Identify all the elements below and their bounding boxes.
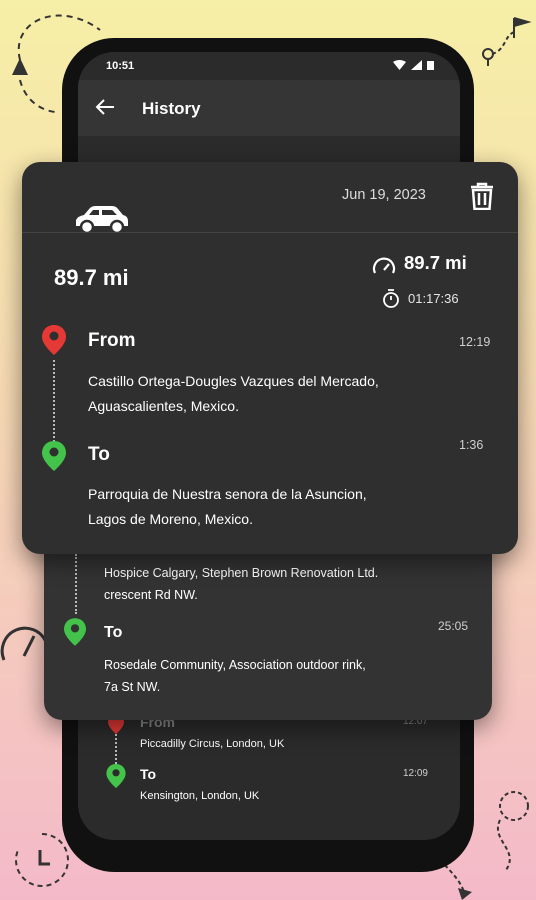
stopwatch-icon <box>383 289 399 308</box>
from-address-line-1: Castillo Ortega-Dougles Vazques del Merc… <box>88 373 379 389</box>
to-address-line-1: Parroquia de Nuestra senora de la Asunci… <box>88 486 367 502</box>
from-address-line-2: Aguascalientes, Mexico. <box>88 398 239 414</box>
to-label: To <box>104 624 123 641</box>
clock-decoration <box>15 833 69 887</box>
status-bar: 10:51 <box>78 52 460 80</box>
route-line <box>53 360 55 442</box>
to-address-line-2: 7a St NW. <box>104 680 161 694</box>
pin-green-icon <box>64 618 86 646</box>
to-label: To <box>140 766 157 782</box>
page-title: History <box>142 99 201 118</box>
to-time: 25:05 <box>437 619 468 633</box>
battery-icon <box>427 61 434 70</box>
from-address-line-2: crescent Rd NW. <box>104 588 198 602</box>
speedometer-icon <box>372 257 396 274</box>
from-time: 12:19 <box>459 335 491 349</box>
card-divider <box>22 232 518 233</box>
trip-date: Jun 19, 2023 <box>342 187 426 203</box>
to-time: 1:36 <box>459 438 484 452</box>
odometer-value: 89.7 mi <box>404 252 467 273</box>
app-bar: History <box>78 80 460 136</box>
to-address-line-2: Lagos de Moreno, Mexico. <box>88 511 253 527</box>
trip-distance: 89.7 mi <box>54 265 129 290</box>
to-time: 12:09 <box>402 768 428 779</box>
back-arrow-icon[interactable] <box>94 96 116 118</box>
trip-duration: 01:17:36 <box>408 291 459 306</box>
system-icons <box>393 60 434 70</box>
trip-card-3[interactable]: From 12:07 Piccadilly Circus, London, UK… <box>78 714 460 840</box>
from-address-line-1: Hospice Calgary, Stephen Brown Renovatio… <box>104 566 379 580</box>
from-label: From <box>88 330 136 351</box>
pin-red-icon <box>42 325 66 355</box>
signal-icon <box>411 60 422 70</box>
to-address: Kensington, London, UK <box>140 790 260 802</box>
route-line <box>75 554 77 614</box>
to-address-line-1: Rosedale Community, Association outdoor … <box>104 658 366 672</box>
to-label: To <box>88 444 110 465</box>
from-address: Piccadilly Circus, London, UK <box>140 738 285 750</box>
trip-card-1[interactable]: Jun 19, 2023 89.7 mi 89.7 mi 01:17:36 Fr… <box>22 162 518 554</box>
route-flag-decoration <box>482 17 532 66</box>
route-line <box>115 734 117 764</box>
trash-icon[interactable] <box>470 182 494 210</box>
wifi-icon <box>393 60 406 70</box>
speedometer-decoration <box>0 626 48 661</box>
pin-green-icon <box>106 764 126 788</box>
status-time: 10:51 <box>106 60 135 72</box>
pin-green-icon <box>42 441 66 471</box>
